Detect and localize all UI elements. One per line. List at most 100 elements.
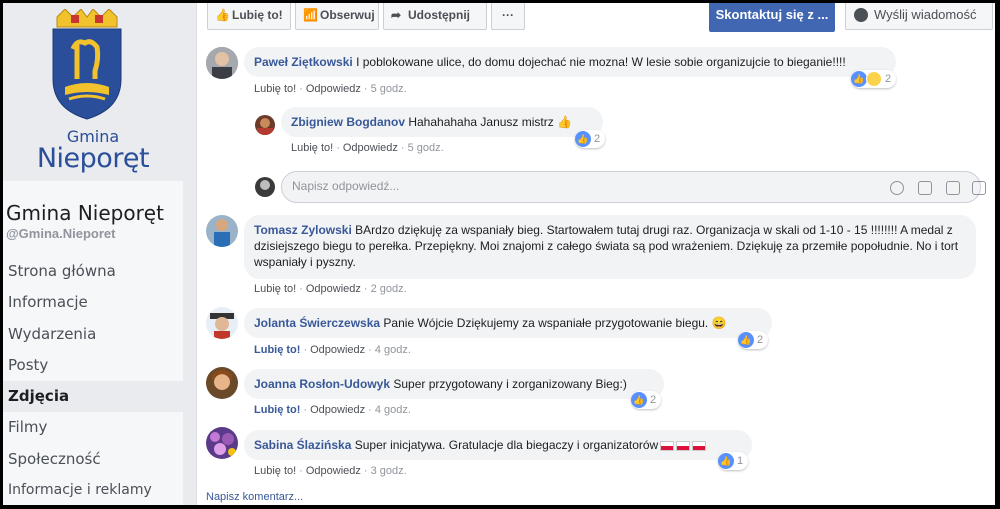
send-message-button[interactable]: Wyślij wiadomość	[845, 3, 993, 30]
comment-author[interactable]: Sabina Ślazińska	[254, 438, 351, 452]
sidebar-item-posts[interactable]: Posty	[3, 350, 183, 381]
page-action-bar: 👍 Lubię to! 📶 Obserwuj ➦ Udostępnij ··· Sko…	[197, 3, 995, 32]
reply-bubble: Zbigniew Bogdanov Hahahahaha Janusz mist…	[281, 107, 603, 137]
reaction-count[interactable]: 👍 1	[718, 452, 749, 470]
reply-link[interactable]: Odpowiedz	[306, 283, 361, 295]
current-user-avatar	[255, 177, 275, 197]
comment-text: Hahahahaha Janusz mistrz 👍	[408, 115, 573, 129]
like-link[interactable]: Lubię to!	[291, 142, 333, 154]
reply-link[interactable]: Odpowiedz	[310, 404, 365, 416]
reaction-number: 2	[594, 133, 601, 145]
person-avatar-icon	[255, 115, 275, 135]
coat-of-arms-icon	[52, 9, 122, 120]
sidebar-item-videos[interactable]: Filmy	[3, 412, 183, 443]
browser-frame: Gmina Nieporęt Gmina Nieporęt @Gmina.Nie…	[3, 3, 995, 505]
flowers-avatar-icon	[206, 427, 238, 459]
like-link[interactable]: Lubię to!	[254, 83, 296, 95]
person-avatar-icon	[206, 215, 238, 247]
avatar[interactable]	[206, 47, 238, 79]
reaction-count[interactable]: 👍 2	[575, 130, 606, 148]
reply-link[interactable]: Odpowiedz	[310, 344, 365, 356]
comment-time[interactable]: 5 godz.	[371, 83, 407, 95]
rss-icon: 📶	[303, 8, 318, 22]
sidebar-item-info-ads[interactable]: Informacje i reklamy	[3, 475, 183, 505]
comment-author[interactable]: Tomasz Zylowski	[254, 223, 352, 237]
like-link[interactable]: Lubię to!	[254, 404, 300, 416]
comments-panel: 👍 Lubię to! 📶 Obserwuj ➦ Udostępnij ··· Sko…	[196, 3, 995, 505]
share-label: Udostępnij	[408, 8, 470, 22]
poland-flag-icon	[660, 440, 675, 451]
like-reaction-icon: 👍	[631, 392, 647, 408]
sidebar-nav: Strona główna Informacje Wydarzenia Post…	[3, 256, 183, 505]
avatar[interactable]	[255, 115, 275, 135]
page-title[interactable]: Gmina Nieporęt	[6, 201, 164, 225]
reply-link[interactable]: Odpowiedz	[306, 83, 361, 95]
reaction-number: 1	[737, 455, 744, 467]
reaction-count[interactable]: 👍 2	[631, 391, 662, 409]
comment-time[interactable]: 4 godz.	[375, 344, 411, 356]
comment-bubble: Tomasz Zylowski BArdzo dziękuję za wspan…	[244, 215, 976, 279]
comment-text: BArdzo dziękuję za wspaniały bieg. Start…	[254, 223, 959, 269]
sticker-icon[interactable]	[972, 181, 986, 195]
comment-time[interactable]: 5 godz.	[408, 142, 444, 154]
poland-flag-icon	[676, 440, 691, 451]
emoji-icon[interactable]	[890, 181, 904, 195]
comment-actions: Lubię to! · Odpowiedz · 2 godz.	[254, 283, 407, 295]
sidebar-item-about[interactable]: Informacje	[3, 287, 183, 318]
reply-link[interactable]: Odpowiedz	[306, 465, 361, 477]
comment-text: I poblokowane ulice, do domu dojechać ni…	[356, 55, 846, 69]
messenger-icon	[854, 8, 868, 22]
reaction-number: 2	[650, 394, 657, 406]
comment-actions: Lubię to! · Odpowiedz · 4 godz.	[254, 344, 411, 356]
comment-time[interactable]: 2 godz.	[371, 283, 407, 295]
avatar[interactable]	[206, 307, 238, 339]
share-button[interactable]: ➦ Udostępnij	[383, 3, 487, 30]
sidebar-item-photos[interactable]: Zdjęcia	[3, 381, 183, 413]
like-link[interactable]: Lubię to!	[254, 465, 296, 477]
like-link[interactable]: Lubię to!	[254, 283, 296, 295]
logo-text-bottom: Nieporęt	[36, 143, 150, 174]
avatar[interactable]	[206, 215, 238, 247]
sad-reaction-icon	[866, 71, 882, 87]
share-arrow-icon: ➦	[391, 8, 402, 22]
like-link[interactable]: Lubię to!	[254, 344, 300, 356]
comment-bubble: Sabina Ślazińska Super inicjatywa. Gratu…	[244, 430, 752, 460]
like-page-button[interactable]: 👍 Lubię to!	[207, 3, 291, 30]
page-handle[interactable]: @Gmina.Nieporet	[6, 226, 115, 241]
comment-author[interactable]: Jolanta Świerczewska	[254, 316, 380, 330]
poland-flag-icon	[692, 440, 707, 451]
comment-actions: Lubię to! · Odpowiedz · 4 godz.	[254, 404, 411, 416]
comment-author[interactable]: Zbigniew Bogdanov	[291, 115, 405, 129]
more-button[interactable]: ···	[491, 3, 525, 30]
person-avatar-icon	[206, 307, 238, 339]
sidebar-item-community[interactable]: Społeczność	[3, 444, 183, 475]
comment-actions: Lubię to! · Odpowiedz · 5 godz.	[291, 142, 444, 154]
reaction-number: 2	[885, 73, 892, 85]
person-avatar-icon	[206, 367, 238, 399]
sidebar-item-home[interactable]: Strona główna	[3, 256, 183, 287]
comment-author[interactable]: Paweł Ziętkowski	[254, 55, 353, 69]
gif-icon[interactable]	[946, 181, 960, 195]
avatar[interactable]	[206, 427, 238, 459]
comment-time[interactable]: 3 godz.	[371, 465, 407, 477]
sidebar-item-events[interactable]: Wydarzenia	[3, 319, 183, 350]
reply-link[interactable]: Odpowiedz	[343, 142, 398, 154]
like-reaction-icon: 👍	[851, 71, 867, 87]
reaction-number: 2	[757, 334, 764, 346]
comment-text: Panie Wójcie Dziękujemy za wspaniałe prz…	[383, 316, 727, 330]
comment-bubble: Joanna Rosłon-Udowyk Super przygotowany …	[244, 369, 664, 399]
profile-picture[interactable]: Gmina Nieporęt	[3, 3, 183, 181]
comment-bubble: Jolanta Świerczewska Panie Wójcie Dzięku…	[244, 308, 772, 338]
comment-time[interactable]: 4 godz.	[375, 404, 411, 416]
reply-input[interactable]	[292, 179, 852, 193]
reaction-count[interactable]: 👍 2	[738, 331, 769, 349]
avatar[interactable]	[206, 367, 238, 399]
contact-button[interactable]: Skontaktuj się z ...	[709, 3, 835, 32]
write-comment-link[interactable]: Napisz komentarz...	[206, 491, 303, 503]
comment-author[interactable]: Joanna Rosłon-Udowyk	[254, 377, 390, 391]
follow-button[interactable]: 📶 Obserwuj	[295, 3, 379, 30]
comment-bubble: Paweł Ziętkowski I poblokowane ulice, do…	[244, 47, 896, 77]
camera-icon[interactable]	[918, 181, 932, 195]
reaction-count[interactable]: 👍 2	[851, 70, 897, 88]
person-avatar-icon	[255, 177, 275, 197]
